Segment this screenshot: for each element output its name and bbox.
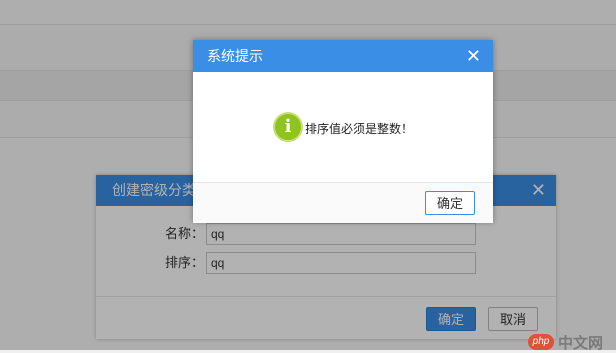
alert-dialog-body: i 排序值必须是整数！ — [193, 72, 493, 182]
info-icon-glyph: i — [284, 116, 292, 137]
alert-dialog-title: 系统提示 — [207, 48, 263, 64]
alert-message: 排序值必须是整数！ — [305, 122, 414, 136]
alert-dialog: 系统提示 ✕ i 排序值必须是整数！ 确定 — [193, 40, 493, 223]
close-icon[interactable]: ✕ — [466, 40, 481, 72]
alert-confirm-button[interactable]: 确定 — [425, 191, 475, 215]
alert-dialog-header: 系统提示 ✕ — [193, 40, 493, 72]
php-logo: php — [528, 334, 554, 350]
info-icon: i — [273, 112, 303, 142]
alert-dialog-footer: 确定 — [193, 182, 493, 223]
